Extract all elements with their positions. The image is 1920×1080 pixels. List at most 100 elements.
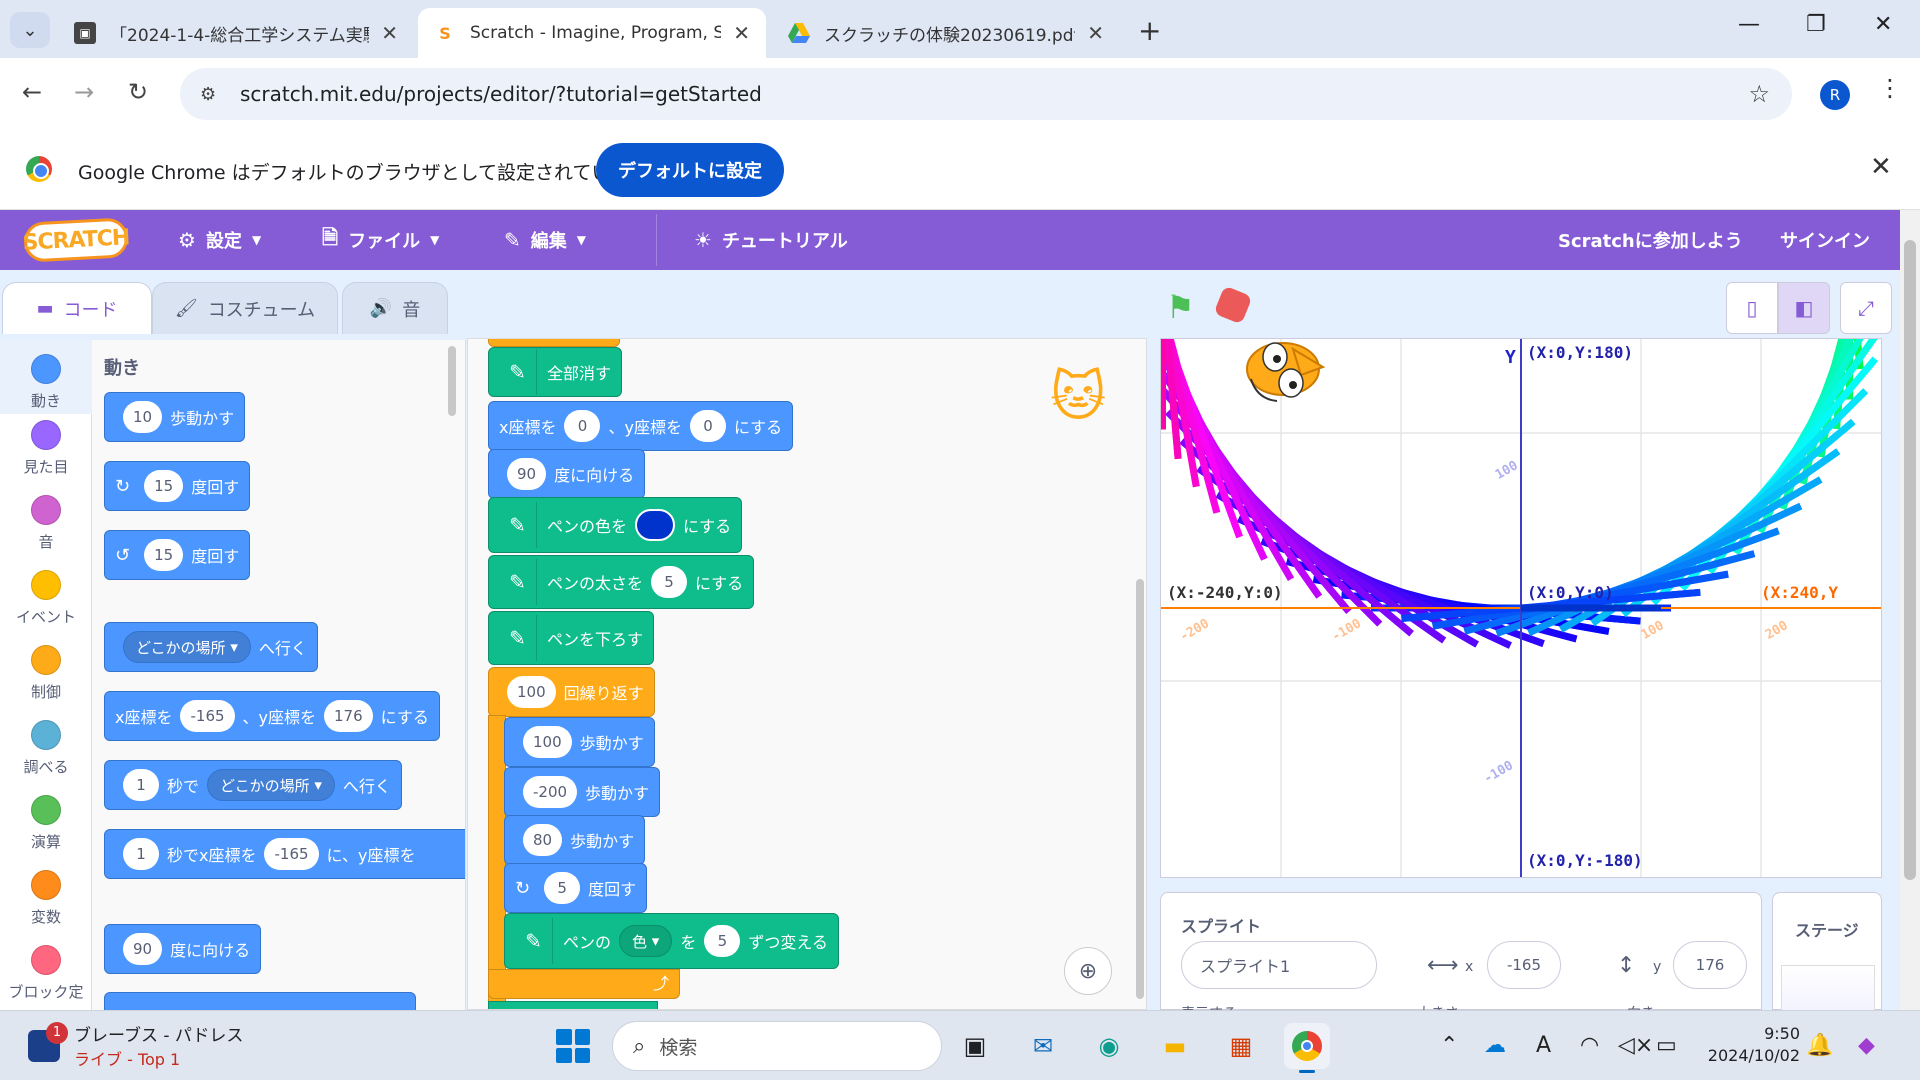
tab-drive-pdf[interactable]: スクラッチの体験20230619.pdf - G ✕ — [772, 8, 1120, 58]
tab-search-button[interactable]: ⌄ — [10, 12, 50, 48]
close-icon[interactable]: ✕ — [1087, 21, 1104, 45]
next-block-stub[interactable] — [488, 1001, 658, 1009]
zoom-in-button[interactable]: ⊕ — [1064, 947, 1112, 995]
block-goto-xy[interactable]: x座標を -165 、y座標を 176 にする — [104, 691, 440, 741]
menu-edit[interactable]: ✎ 編集 ▼ — [504, 210, 586, 270]
degrees-input[interactable]: 15 — [144, 470, 184, 502]
block-set-pen-color[interactable]: ✎ ペンの色を にする — [488, 497, 743, 553]
address-bar[interactable]: ⚙ scratch.mit.edu/projects/editor/?tutor… — [180, 68, 1792, 120]
sprite-x-input[interactable]: -165 — [1487, 941, 1561, 989]
category-variables[interactable]: 変数 — [0, 870, 92, 927]
target-dropdown[interactable]: どこかの場所 ▾ — [123, 631, 251, 663]
repeat-count-input[interactable]: 100 — [507, 676, 556, 708]
target-dropdown[interactable]: どこかの場所 ▾ — [207, 769, 335, 801]
small-stage-button[interactable]: ▯ — [1726, 282, 1778, 334]
degrees-input[interactable]: 5 — [544, 872, 581, 904]
close-icon[interactable]: ✕ — [381, 21, 398, 45]
tab-costumes[interactable]: 🖌 コスチューム — [152, 282, 338, 334]
category-motion[interactable]: 動き — [0, 340, 92, 414]
seconds-input[interactable]: 1 — [123, 838, 159, 870]
set-default-button[interactable]: デフォルトに設定 — [596, 143, 784, 197]
menu-tutorials[interactable]: ☀ チュートリアル — [694, 210, 848, 270]
system-clock[interactable]: 9:50 2024/10/02 — [1700, 1023, 1800, 1067]
tab-presentation[interactable]: ▣ 「2024-1-4-総合工学システム実験 ✕ — [58, 8, 414, 58]
pen-size-input[interactable]: 5 — [651, 566, 688, 598]
wifi-icon[interactable]: ◠ — [1580, 1033, 1599, 1058]
site-info-icon[interactable]: ⚙ — [200, 84, 240, 105]
stage-canvas[interactable]: Y (X:0,Y:180) (X:0,Y:-180) (X:-240,Y:0) … — [1160, 338, 1882, 878]
menu-file[interactable]: 🗎 ファイル ▼ — [322, 210, 439, 270]
direction-input[interactable]: 90 — [507, 458, 547, 490]
battery-icon[interactable]: ▭ — [1656, 1033, 1677, 1058]
profile-avatar[interactable]: R — [1820, 80, 1850, 110]
taskbar-search[interactable]: ⌕ 検索 — [612, 1021, 942, 1071]
volume-muted-icon[interactable]: ◁× — [1618, 1033, 1653, 1058]
block-glide-to[interactable]: 1 秒で どこかの場所 ▾ へ行く — [104, 760, 402, 810]
copilot-icon[interactable]: ◆ — [1858, 1033, 1875, 1058]
join-scratch-link[interactable]: Scratchに参加しよう — [1558, 210, 1743, 270]
block-move-steps[interactable]: 100 歩動かす — [504, 717, 655, 767]
steps-input[interactable]: 100 — [523, 726, 572, 758]
seconds-input[interactable]: 1 — [123, 769, 159, 801]
palette-scrollbar[interactable] — [448, 346, 456, 416]
cat-sprite[interactable] — [1231, 339, 1331, 405]
category-looks[interactable]: 見た目 — [0, 420, 92, 477]
category-control[interactable]: 制御 — [0, 645, 92, 702]
chevron-up-icon[interactable]: ⌃ — [1440, 1033, 1458, 1058]
green-flag-button[interactable]: ⚑ — [1166, 288, 1195, 326]
block-goto[interactable]: どこかの場所 ▾ へ行く — [104, 622, 318, 672]
block-move-steps[interactable]: -200 歩動かす — [504, 767, 661, 817]
bookmark-star-icon[interactable]: ☆ — [1748, 80, 1770, 108]
change-value-input[interactable]: 5 — [704, 925, 741, 957]
category-events[interactable]: イベント — [0, 570, 92, 627]
sprite-name-input[interactable]: スプライト1 — [1181, 941, 1377, 989]
sprite-y-input[interactable]: 176 — [1673, 941, 1747, 989]
news-widget[interactable]: 1 ブレーブス - パドレス ライブ - Top 1 — [28, 1021, 243, 1070]
block-turn-right[interactable]: ↻ 15 度回す — [104, 461, 251, 511]
store-app[interactable]: ▦ — [1218, 1023, 1264, 1069]
steps-input[interactable]: -200 — [523, 776, 578, 808]
block-glide-xy[interactable]: 1 秒でx座標を -165 に、y座標を — [104, 829, 465, 879]
x-input[interactable]: -165 — [264, 838, 319, 870]
block-goto-xy[interactable]: x座標を 0 、y座標を 0 にする — [488, 401, 794, 451]
category-operators[interactable]: 演算 — [0, 795, 92, 852]
block-pen-down[interactable]: ✎ ペンを下ろす — [488, 611, 655, 665]
edge-app[interactable]: ◉ — [1086, 1023, 1132, 1069]
tab-scratch[interactable]: S Scratch - Imagine, Program, Sha ✕ — [418, 8, 766, 58]
degrees-input[interactable]: 15 — [144, 539, 184, 571]
restore-button[interactable]: ❐ — [1806, 12, 1826, 37]
forward-button[interactable]: → — [74, 78, 94, 106]
chrome-app[interactable] — [1284, 1023, 1330, 1073]
close-icon[interactable]: ✕ — [1870, 152, 1892, 182]
menu-settings[interactable]: ⚙ 設定 ▼ — [178, 210, 261, 270]
block-turn-left[interactable]: ↺ 15 度回す — [104, 530, 251, 580]
tab-sounds[interactable]: 🔊 音 — [342, 282, 448, 334]
scratch-logo[interactable]: SCRATCH — [22, 217, 130, 263]
block-pen-clear[interactable]: ✎ 全部消す — [488, 347, 623, 397]
y-input[interactable]: 176 — [324, 700, 373, 732]
scrollbar-thumb[interactable] — [1904, 240, 1916, 880]
close-icon[interactable]: ✕ — [733, 21, 750, 45]
event-block-stub[interactable] — [488, 339, 620, 347]
stage-thumbnail[interactable] — [1781, 965, 1875, 1011]
steps-input[interactable]: 10 — [123, 401, 163, 433]
chrome-menu-icon[interactable]: ⋮ — [1878, 74, 1902, 102]
direction-input[interactable]: 90 — [123, 933, 163, 965]
fullscreen-button[interactable]: ⤢ — [1840, 282, 1892, 334]
x-input[interactable]: 0 — [564, 410, 601, 442]
new-tab-button[interactable]: + — [1138, 14, 1161, 47]
block-partial[interactable] — [104, 992, 416, 1010]
reload-button[interactable]: ↻ — [128, 78, 148, 106]
block-point-direction[interactable]: 90 度に向ける — [488, 449, 646, 499]
back-button[interactable]: ← — [22, 78, 42, 106]
script-scrollbar[interactable] — [1136, 579, 1144, 999]
ime-indicator[interactable]: A — [1536, 1033, 1551, 1058]
explorer-app[interactable]: ▬ — [1152, 1023, 1198, 1069]
pen-color-swatch[interactable] — [635, 509, 676, 541]
y-input[interactable]: 0 — [689, 410, 726, 442]
task-view-button[interactable]: ▣ — [952, 1023, 998, 1069]
onedrive-icon[interactable]: ☁ — [1484, 1033, 1506, 1058]
script-area[interactable]: 🐱 ✎ 全部消す x座標を 0 、y座標を 0 にする 90 度に向ける ✎ ペ… — [467, 338, 1147, 1010]
x-input[interactable]: -165 — [180, 700, 235, 732]
block-point-direction[interactable]: 90 度に向ける — [104, 924, 262, 974]
